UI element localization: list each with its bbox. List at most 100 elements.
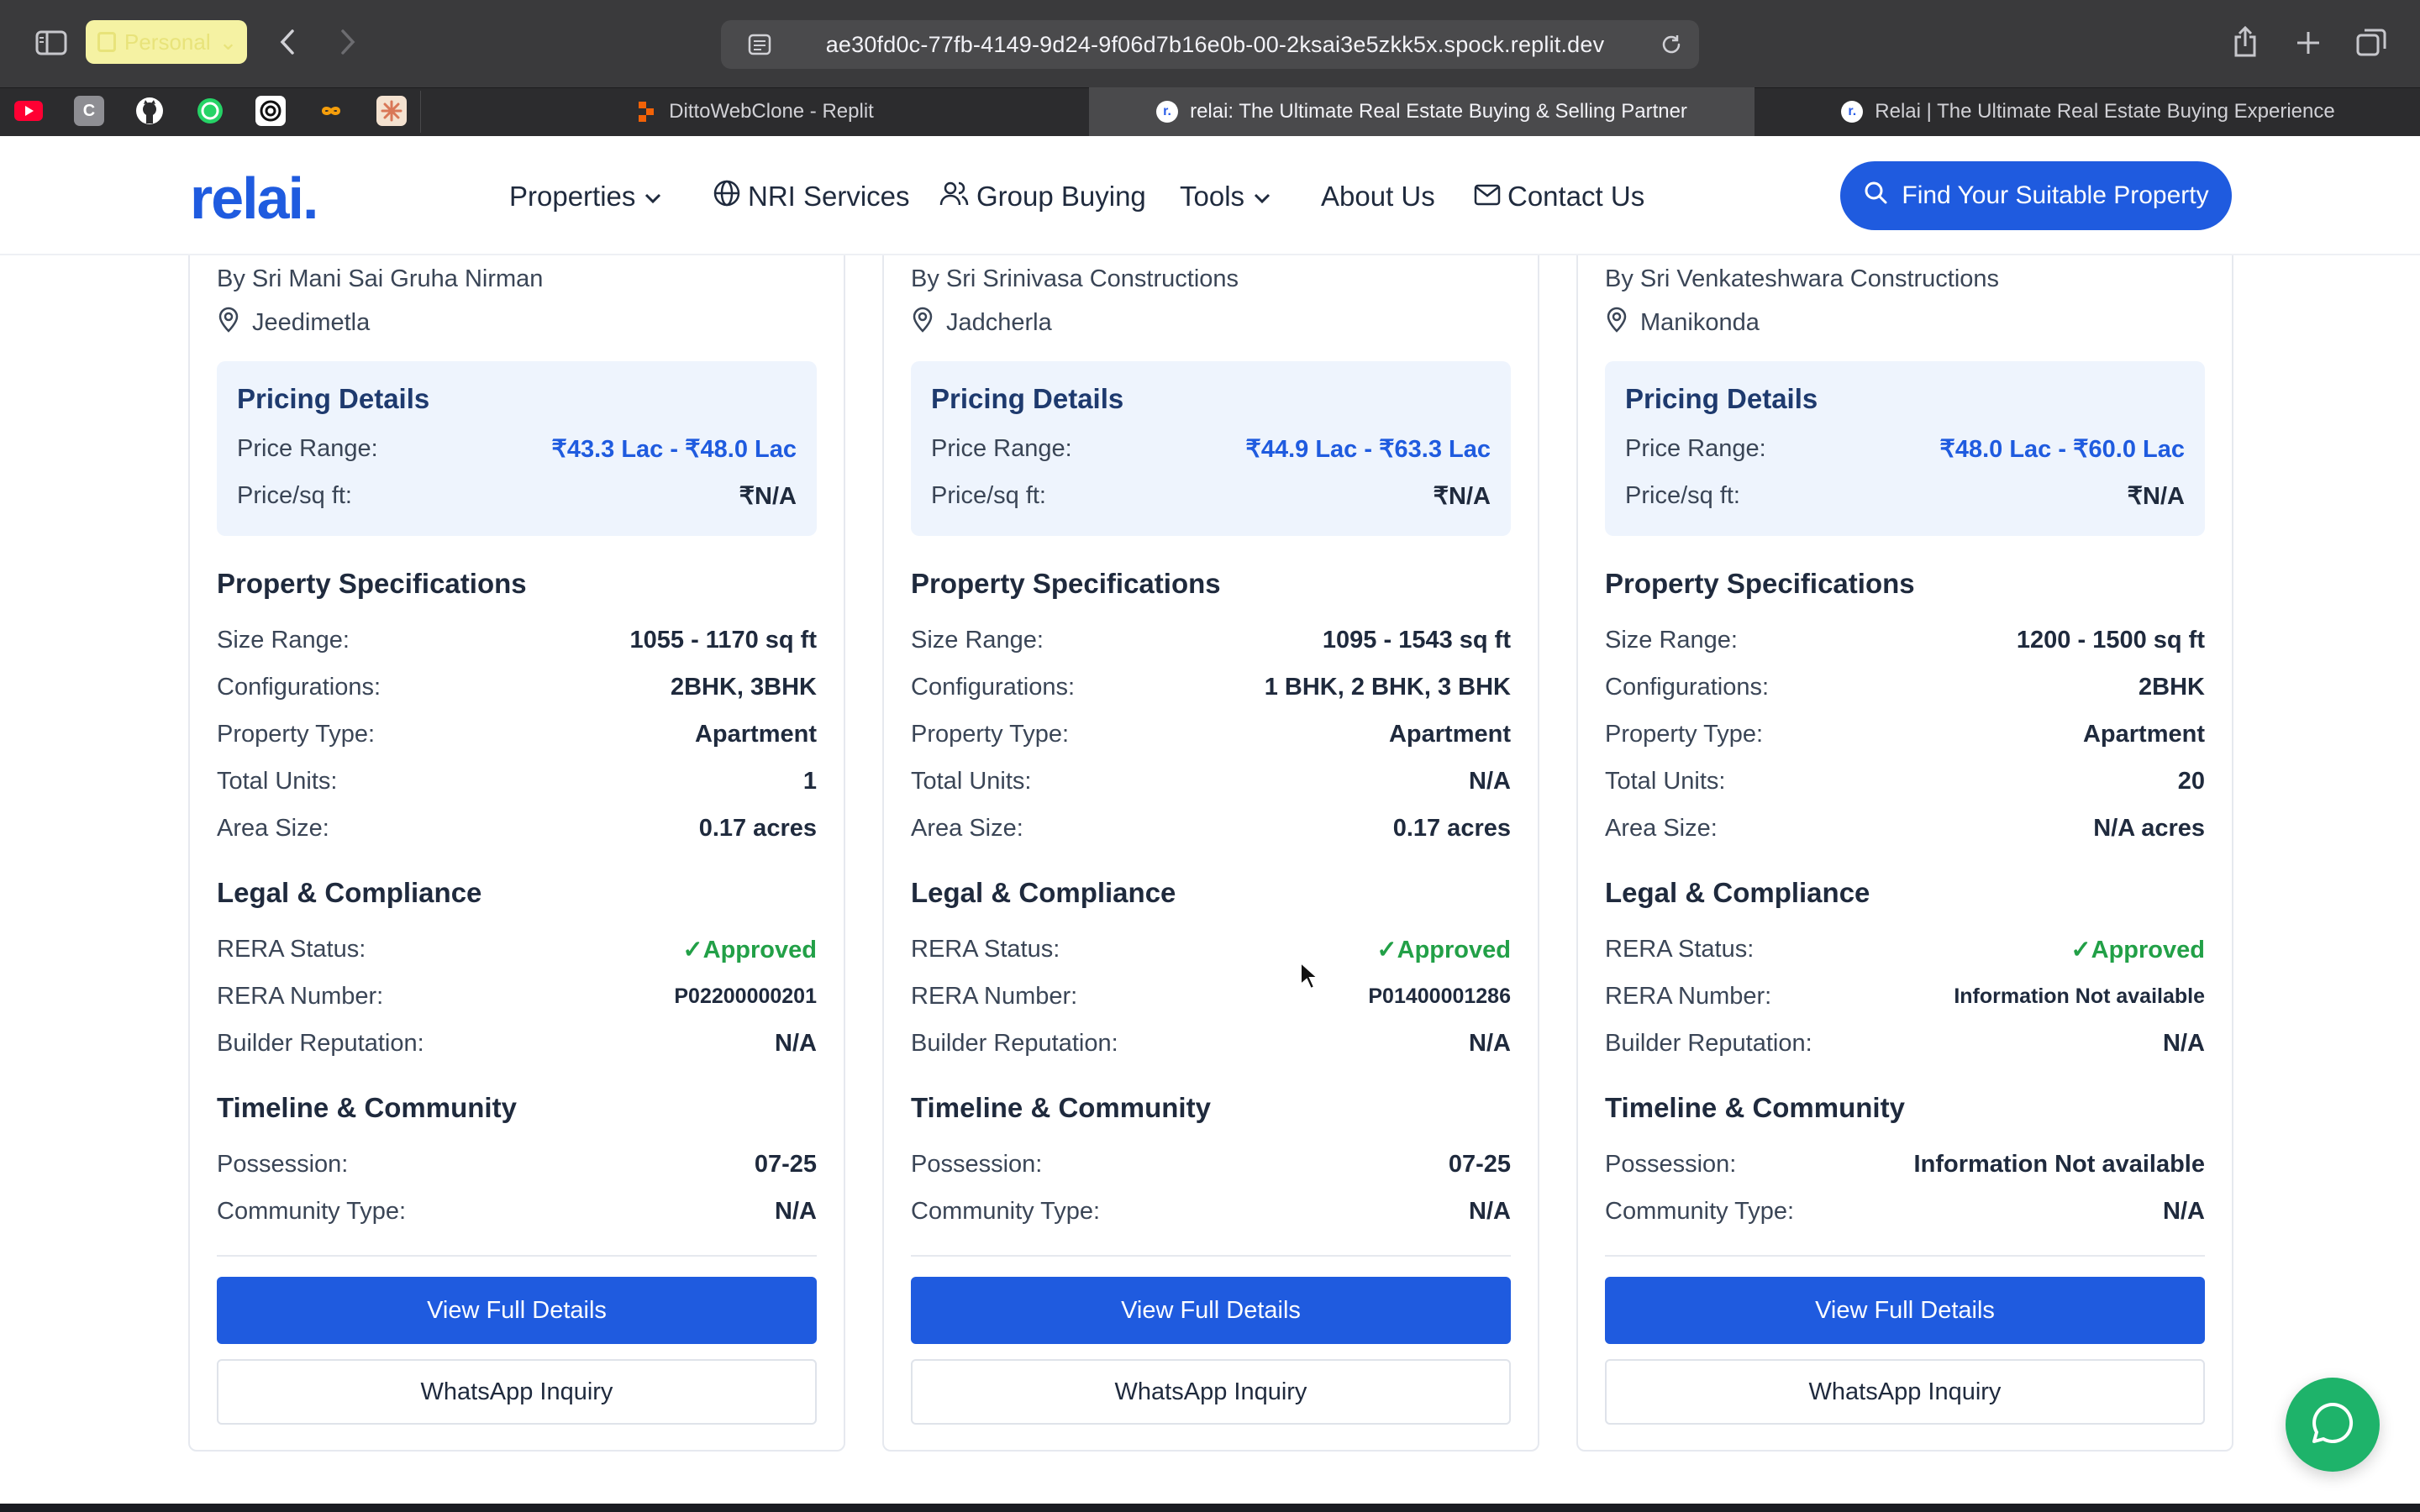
label: RERA Number: [217,982,384,1010]
new-tab-icon[interactable] [2292,27,2324,59]
label: Size Range: [911,626,1044,654]
label: Possession: [1605,1150,1737,1178]
label: Builder Reputation: [217,1029,424,1057]
property-card: By Sri Srinivasa Constructions Jadcherla… [882,193,1539,1452]
location: Jadcherla [911,306,1052,339]
nav-label: Properties [509,181,636,212]
size-range-row: Size Range: 1055 - 1170 sq ft [217,623,817,657]
value: 2BHK, 3BHK [670,673,817,701]
forward-icon[interactable] [334,25,361,59]
search-icon [1863,180,1888,212]
view-full-details-button[interactable]: View Full Details [217,1277,817,1344]
value: Apartment [694,720,817,748]
builder-reputation-row: Builder Reputation: N/A [911,1026,1511,1060]
possession-row: Possession: 07-25 [217,1147,817,1181]
nav-label: NRI Services [748,181,910,212]
value: 07-25 [754,1150,817,1178]
chat-bubble-icon [2309,1399,2356,1451]
timeline-title: Timeline & Community [1605,1092,1905,1123]
property-type-row: Property Type: Apartment [911,717,1511,751]
find-property-button[interactable]: Find Your Suitable Property [1840,161,2232,230]
pricing-details: Pricing Details Price Range: ₹44.9 Lac - … [911,361,1511,536]
price-sqft-row: Price/sq ft: ₹N/A [237,479,797,512]
label: Builder Reputation: [1605,1029,1812,1057]
nav-about-us[interactable]: About Us [1321,173,1435,220]
nav-group-buying[interactable]: Group Buying [939,173,1146,220]
relai-favicon: r. [1156,101,1179,123]
label: Community Type: [1605,1197,1795,1225]
nav-tools[interactable]: Tools [1180,173,1273,220]
divider [217,1255,817,1257]
site-logo[interactable]: relai. [190,165,318,232]
profile-icon [97,32,116,52]
chat-button[interactable] [2286,1378,2380,1472]
whatsapp-inquiry-button[interactable]: WhatsApp Inquiry [911,1359,1511,1425]
mouse-cursor-icon [1299,960,1320,995]
value: Information Not available [1913,1150,2205,1178]
label: Size Range: [217,626,350,654]
view-full-details-button[interactable]: View Full Details [911,1277,1511,1344]
builder-name: By Sri Srinivasa Constructions [911,265,1239,292]
url-text: ae30fd0c-77fb-4149-9d24-9f06d7b16e0b-00-… [825,32,1605,57]
sidebar-toggle-icon[interactable] [34,27,69,59]
label: Price Range: [1625,434,1766,462]
nav-nri-services[interactable]: NRI Services [713,173,910,220]
value: 1 BHK, 2 BHK, 3 BHK [1264,673,1511,701]
rera-status-badge: ✓Approved [682,936,817,963]
timeline-title: Timeline & Community [911,1092,1211,1123]
value: P02200000201 [674,984,817,1008]
profile-button[interactable]: Personal ⌄ [86,20,247,64]
configurations-row: Configurations: 2BHK [1605,670,2205,704]
infinity-icon[interactable] [316,96,346,126]
price-sqft-row: Price/sq ft: ₹N/A [1625,479,2185,512]
label: Price/sq ft: [237,481,352,509]
tab-title: Relai | The Ultimate Real Estate Buying … [1875,100,2335,123]
map-pin-icon [911,306,934,339]
label: Total Units: [217,767,338,795]
relai-favicon: r. [1841,101,1864,123]
builder-reputation-row: Builder Reputation: N/A [217,1026,817,1060]
openai-icon[interactable] [255,96,286,126]
whatsapp-inquiry-button[interactable]: WhatsApp Inquiry [1605,1359,2205,1425]
address-bar[interactable]: ae30fd0c-77fb-4149-9d24-9f06d7b16e0b-00-… [721,20,1699,69]
label: Property Type: [217,720,376,748]
label: Possession: [911,1150,1043,1178]
tab-relai-experience[interactable]: r. Relai | The Ultimate Real Estate Buyi… [1756,87,2420,136]
rera-status-row: RERA Status: ✓Approved [1605,932,2205,966]
whatsapp-inquiry-button[interactable]: WhatsApp Inquiry [217,1359,817,1425]
pricing-title: Pricing Details [931,383,1124,414]
tab-relai-partner[interactable]: r. relai: The Ultimate Real Estate Buyin… [1089,87,1754,136]
tab-overview-icon[interactable] [2354,25,2388,59]
github-icon[interactable] [134,96,165,126]
rera-status-row: RERA Status: ✓Approved [217,932,817,966]
view-full-details-button[interactable]: View Full Details [1605,1277,2205,1344]
nav-properties[interactable]: Properties [509,173,664,220]
value: N/A [2163,1197,2205,1225]
youtube-icon[interactable] [13,96,44,126]
location-name: Manikonda [1640,308,1760,336]
value: 07-25 [1448,1150,1511,1178]
value: Apartment [2082,720,2205,748]
c-app-icon[interactable]: C [74,96,104,126]
whatsapp-bookmark-icon[interactable] [195,96,225,126]
value: 20 [2177,767,2205,795]
legal-title: Legal & Compliance [1605,877,1870,908]
page-settings-icon[interactable] [746,32,773,57]
tab-dittowebclone[interactable]: DittoWebClone - Replit [422,87,1087,136]
label: Property Type: [911,720,1070,748]
share-icon[interactable] [2230,24,2260,60]
label: RERA Number: [911,982,1078,1010]
reload-icon[interactable] [1659,32,1684,57]
community-type-row: Community Type: N/A [1605,1194,2205,1228]
rera-status-row: RERA Status: ✓Approved [911,932,1511,966]
mail-icon [1474,181,1501,213]
nav-contact-us[interactable]: Contact Us [1474,173,1644,220]
claude-icon[interactable] [376,96,407,126]
property-card: By Sri Mani Sai Gruha Nirman Jeedimetla … [188,193,845,1452]
label: Size Range: [1605,626,1738,654]
value: 2BHK [2139,673,2205,701]
pricing-title: Pricing Details [1625,383,1818,414]
back-icon[interactable] [274,25,301,59]
label: Area Size: [1605,814,1718,842]
value: 1095 - 1543 sq ft [1322,626,1511,654]
